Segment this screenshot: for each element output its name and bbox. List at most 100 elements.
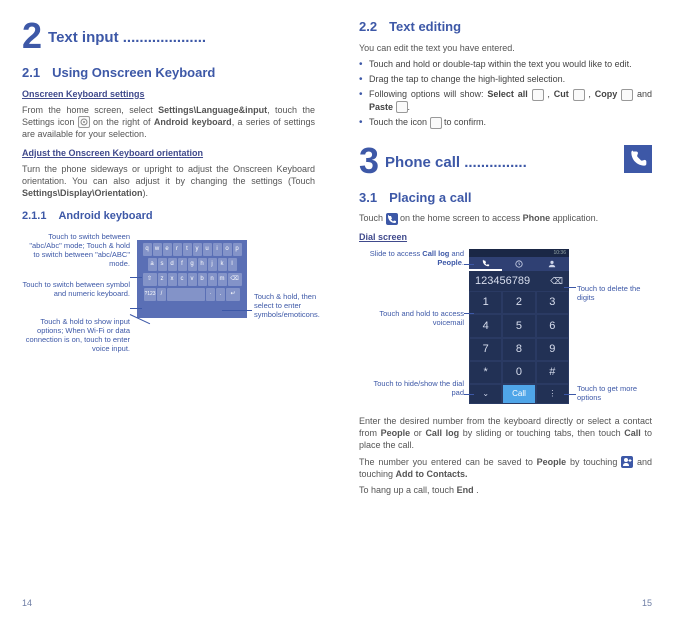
key: u	[203, 243, 212, 256]
key: f	[178, 258, 187, 271]
dial-callout-voicemail: Touch and hold to access voicemail	[359, 309, 464, 327]
select-all-icon	[532, 89, 544, 101]
bullet: Touch the icon to confirm.	[359, 116, 652, 129]
para-save-contact: The number you entered can be saved to P…	[359, 456, 652, 481]
key: t	[183, 243, 192, 256]
paste-icon	[396, 101, 408, 113]
key: w	[153, 243, 162, 256]
key: s	[158, 258, 167, 271]
key: d	[168, 258, 177, 271]
page-left: 2 Text input .................... 2.1Usi…	[0, 0, 337, 617]
dialed-number: 123456789	[475, 274, 530, 289]
para-okb: From the home screen, select Settings\La…	[22, 104, 315, 141]
key: c	[178, 273, 187, 286]
kb-callout-shift: Touch to switch between "abc/Abc" mode; …	[22, 232, 130, 268]
key-space	[167, 288, 205, 301]
chapter-3-header: 3 Phone call ...............	[359, 143, 652, 179]
dial-key: 9	[536, 338, 569, 361]
heading-adjust-orientation: Adjust the Onscreen Keyboard orientation	[22, 147, 315, 159]
key-enter: ↵	[226, 288, 240, 301]
key: v	[188, 273, 197, 286]
key: n	[208, 273, 217, 286]
key: g	[188, 258, 197, 271]
dial-diagram: 10:36 123456789 ⌫ 1 2 3 4 5 6 7 8 9 *	[359, 249, 652, 409]
dial-key: 4	[469, 314, 502, 337]
key-emoticon: ·	[206, 288, 215, 301]
key: j	[208, 258, 217, 271]
key: a	[148, 258, 157, 271]
key: /	[157, 288, 166, 301]
dial-callout-hide: Touch to hide/show the dial pad	[359, 379, 464, 397]
section-3-1: 3.1Placing a call	[359, 189, 652, 207]
kb-callout-voice: Touch & hold to show input options; When…	[22, 317, 130, 353]
phone-icon	[624, 145, 652, 173]
phone-bottom-bar: ⌄ Call ⋮	[469, 384, 569, 404]
key: y	[193, 243, 202, 256]
para-orient: Turn the phone sideways or upright to ad…	[22, 163, 315, 199]
para-enter-number: Enter the desired number from the keyboa…	[359, 415, 652, 451]
chapter-title: Phone call ...............	[385, 153, 527, 173]
dialpad: 1 2 3 4 5 6 7 8 9 * 0 #	[469, 291, 569, 384]
bullet: Touch and hold or double-tap within the …	[359, 58, 652, 70]
key: z	[158, 273, 167, 286]
key: x	[168, 273, 177, 286]
phone-app-icon	[386, 213, 398, 225]
para-hangup: To hang up a call, touch End .	[359, 484, 652, 496]
page-number: 15	[642, 597, 652, 609]
section-2-1-1: 2.1.1Android keyboard	[22, 209, 315, 224]
section-2-1: 2.1Using Onscreen Keyboard	[22, 64, 315, 82]
copy-icon	[621, 89, 633, 101]
bullet: Drag the tap to change the high-lighted …	[359, 73, 652, 85]
keyboard-diagram: q w e r t y u i o p a s d f g h j k l	[22, 232, 315, 382]
section-2-2: 2.2Text editing	[359, 18, 652, 36]
key: o	[223, 243, 232, 256]
dial-key: 1	[469, 291, 502, 314]
backspace-icon: ⌫	[550, 275, 563, 287]
add-contact-icon	[621, 456, 633, 468]
kb-callout-sym: Touch to switch between symbol and numer…	[22, 280, 130, 298]
key: l	[228, 258, 237, 271]
chapter-number: 3	[359, 143, 379, 179]
key: i	[213, 243, 222, 256]
chapter-title: Text input ....................	[48, 28, 206, 48]
key-shift: ⇧	[143, 273, 157, 286]
kb-callout-emoticon: Touch & hold, then select to enter symbo…	[254, 292, 334, 319]
dial-key: 8	[502, 338, 535, 361]
key-backspace: ⌫	[228, 273, 242, 286]
chapter-2-header: 2 Text input ....................	[22, 18, 315, 54]
number-display: 123456789 ⌫	[469, 271, 569, 291]
heading-dial-screen: Dial screen	[359, 231, 652, 243]
key: q	[143, 243, 152, 256]
call-button: Call	[502, 384, 535, 404]
key: e	[163, 243, 172, 256]
tab-people	[536, 257, 569, 271]
phone-mock: 10:36 123456789 ⌫ 1 2 3 4 5 6 7 8 9 *	[469, 249, 569, 404]
dial-key: 2	[502, 291, 535, 314]
key: r	[173, 243, 182, 256]
heading-onscreen-kb-settings: Onscreen Keyboard settings	[22, 88, 315, 100]
dial-key: 5	[502, 314, 535, 337]
para-phone-access: Touch on the home screen to access Phone…	[359, 212, 652, 225]
cut-icon	[573, 89, 585, 101]
chapter-number: 2	[22, 18, 42, 54]
dial-callout-delete: Touch to delete the digits	[577, 284, 657, 302]
key: m	[218, 273, 227, 286]
page-right: 2.2Text editing You can edit the text yo…	[337, 0, 674, 617]
phone-tabs	[469, 257, 569, 271]
key: h	[198, 258, 207, 271]
tab-calllog	[502, 257, 535, 271]
dial-key: 3	[536, 291, 569, 314]
key: k	[218, 258, 227, 271]
dial-callout-more: Touch to get more options	[577, 384, 657, 402]
page-number: 14	[22, 597, 32, 609]
dial-callout-tabs: Slide to access Call log and People.	[359, 249, 464, 267]
dial-key: #	[536, 361, 569, 384]
dial-key: 0	[502, 361, 535, 384]
key: p	[233, 243, 242, 256]
bullet: Following options will show: Select all …	[359, 88, 652, 113]
dial-key: *	[469, 361, 502, 384]
confirm-icon	[430, 117, 442, 129]
key: .	[216, 288, 225, 301]
edit-bullets: Touch and hold or double-tap within the …	[359, 58, 652, 129]
gear-icon	[78, 116, 90, 128]
